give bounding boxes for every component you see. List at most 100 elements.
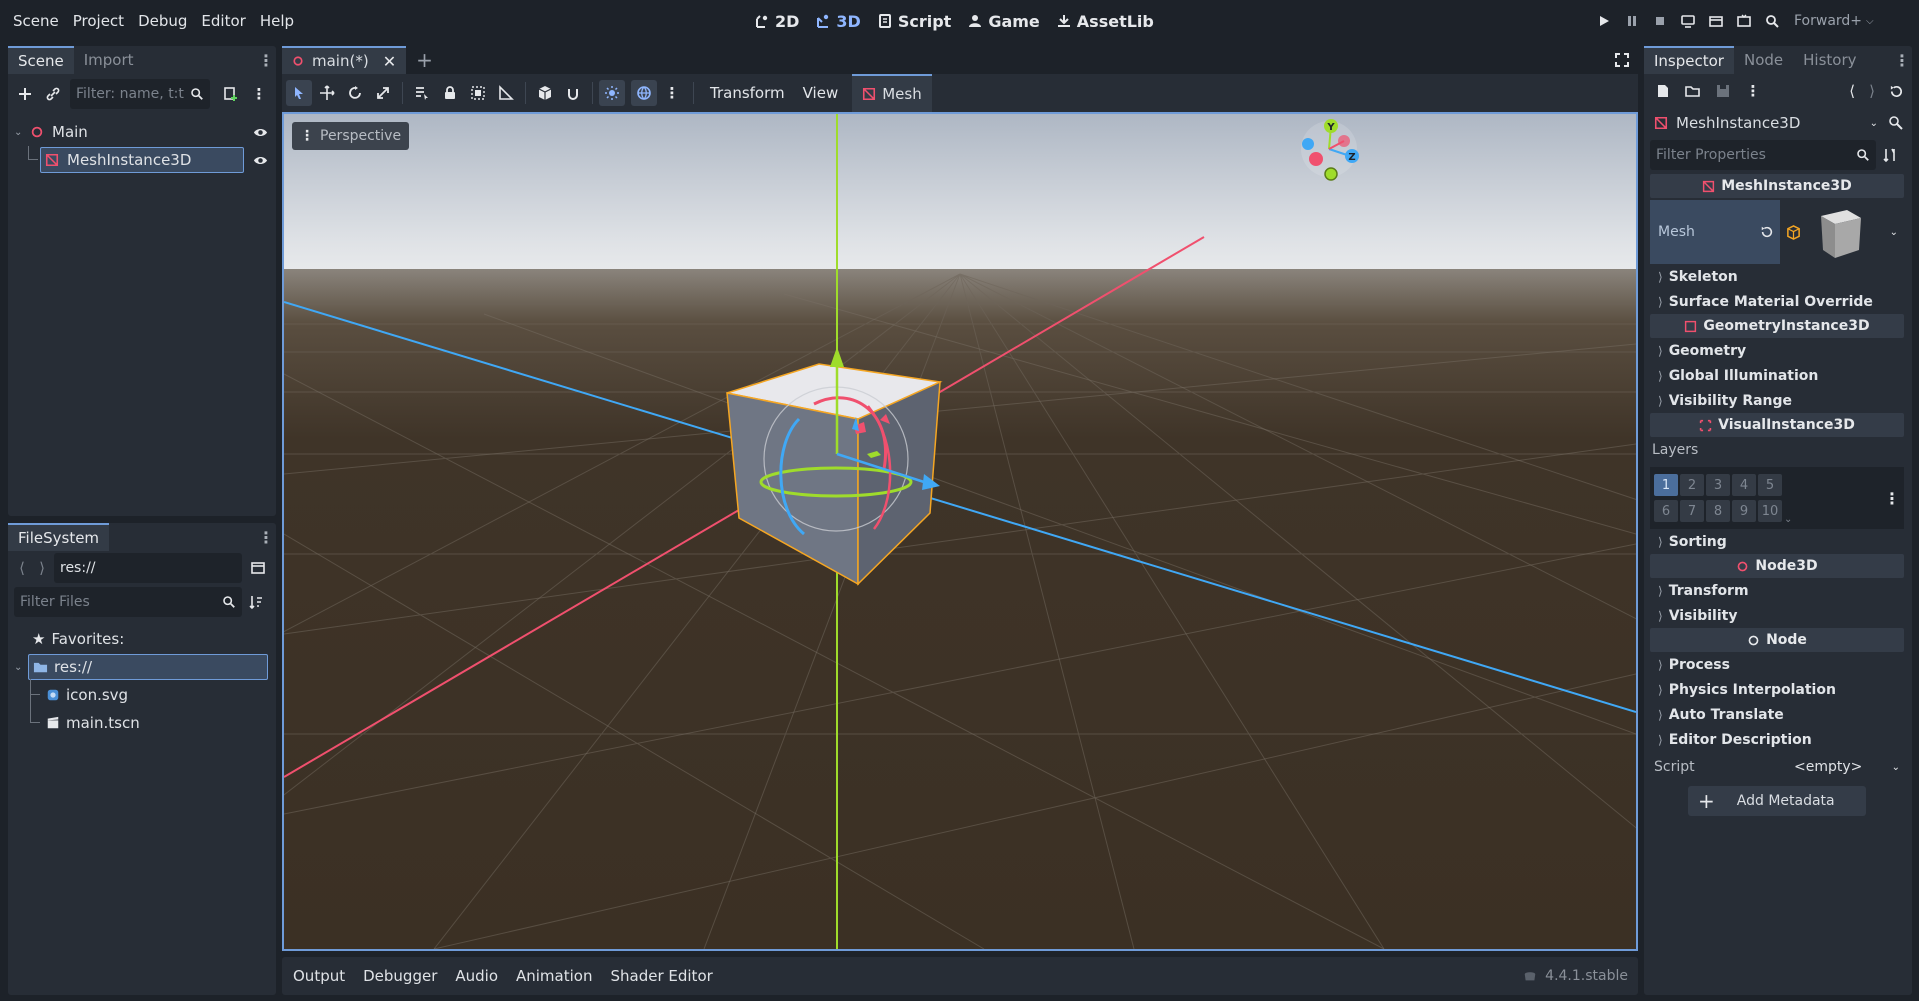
add-node-button[interactable] xyxy=(12,81,38,107)
pause-button[interactable] xyxy=(1618,7,1646,35)
scene-tab-main[interactable]: main(*) ✕ xyxy=(282,46,407,74)
scene-filter-input[interactable]: Filter: name, t:t xyxy=(70,79,210,109)
layer-1-toggle[interactable]: 1 xyxy=(1654,474,1678,496)
menu-project[interactable]: Project xyxy=(66,0,131,42)
section-global-illumination[interactable]: ⟩ Global Illumination xyxy=(1650,363,1904,388)
tab-inspector[interactable]: Inspector xyxy=(1644,46,1734,74)
bottom-tab-debugger[interactable]: Debugger xyxy=(354,967,446,985)
visibility-eye-icon[interactable] xyxy=(253,153,268,168)
layer-6-toggle[interactable]: 6 xyxy=(1654,500,1678,522)
local-space-button[interactable] xyxy=(532,80,558,106)
remote-debug-button[interactable] xyxy=(1674,7,1702,35)
tab-history[interactable]: History xyxy=(1793,46,1866,74)
chevron-down-icon[interactable]: ⌄ xyxy=(1784,514,1792,525)
section-visibility[interactable]: ⟩ Visibility xyxy=(1650,603,1904,628)
sun-preview-button[interactable] xyxy=(599,80,625,106)
view-menu[interactable]: View xyxy=(795,84,847,102)
property-options-icon[interactable] xyxy=(1882,147,1898,163)
snap-button[interactable] xyxy=(560,80,586,106)
layer-5-toggle[interactable]: 5 xyxy=(1758,474,1782,496)
movie-maker-button[interactable] xyxy=(1702,7,1730,35)
section-skeleton[interactable]: ⟩ Skeleton xyxy=(1650,264,1904,289)
section-geometry[interactable]: ⟩ Geometry xyxy=(1650,338,1904,363)
menu-debug[interactable]: Debug xyxy=(131,0,194,42)
save-resource-button[interactable] xyxy=(1710,78,1736,104)
revert-icon[interactable] xyxy=(1760,225,1774,239)
section-surface-material-override[interactable]: ⟩ Surface Material Override xyxy=(1650,289,1904,314)
split-view-icon[interactable] xyxy=(250,560,266,576)
ruler-button[interactable] xyxy=(493,80,519,106)
section-auto-translate[interactable]: ⟩ Auto Translate xyxy=(1650,702,1904,727)
tree-row-meshinstance3d[interactable]: MeshInstance3D xyxy=(8,146,276,174)
filesystem-dock-menu-icon[interactable]: ⋮ xyxy=(256,523,276,551)
close-icon[interactable]: ✕ xyxy=(383,52,396,71)
workspace-game-button[interactable]: Game xyxy=(959,0,1047,42)
menu-help[interactable]: Help xyxy=(253,0,301,42)
renderer-selector[interactable]: Forward+ ⌵ xyxy=(1794,13,1874,29)
filesystem-filter-input[interactable]: Filter Files xyxy=(14,587,242,617)
tree-row-main-tscn[interactable]: main.tscn xyxy=(8,695,276,737)
lock-button[interactable] xyxy=(437,80,463,106)
scale-mode-button[interactable] xyxy=(370,80,396,106)
play-custom-button[interactable] xyxy=(1758,7,1786,35)
tree-row-main[interactable]: ⌄ Main xyxy=(8,118,276,146)
list-select-button[interactable] xyxy=(409,80,435,106)
workspace-3d-button[interactable]: 3D xyxy=(807,0,868,42)
layers-menu-icon[interactable]: ⋮ xyxy=(1884,489,1900,508)
back-arrow-icon[interactable]: ⟨ xyxy=(1849,82,1855,100)
workspace-assetlib-button[interactable]: AssetLib xyxy=(1048,0,1162,42)
section-transform[interactable]: ⟩ Transform xyxy=(1650,578,1904,603)
scene-dock-menu-icon[interactable]: ⋮ xyxy=(256,46,276,74)
section-physics-interpolation[interactable]: ⟩ Physics Interpolation xyxy=(1650,677,1904,702)
scene-toolbar-menu-icon[interactable]: ⋮ xyxy=(246,81,272,107)
select-mode-button[interactable] xyxy=(286,80,312,106)
inspector-dock-menu-icon[interactable]: ⋮ xyxy=(1892,46,1912,74)
section-sorting[interactable]: ⟩ Sorting xyxy=(1650,529,1904,554)
layer-9-toggle[interactable]: 9 xyxy=(1732,500,1756,522)
sort-icon[interactable] xyxy=(248,594,264,610)
instance-scene-button[interactable] xyxy=(40,81,66,107)
bottom-tab-shader-editor[interactable]: Shader Editor xyxy=(601,967,721,985)
layer-4-toggle[interactable]: 4 xyxy=(1732,474,1756,496)
tab-filesystem[interactable]: FileSystem xyxy=(8,523,110,551)
bottom-tab-output[interactable]: Output xyxy=(284,967,354,985)
tab-import[interactable]: Import xyxy=(74,46,144,74)
tree-row-res[interactable]: ⌄ res:// xyxy=(8,653,276,681)
layer-10-toggle[interactable]: 10 xyxy=(1758,500,1782,522)
mesh-menu[interactable]: Mesh xyxy=(852,74,932,112)
fullscreen-icon[interactable] xyxy=(1614,52,1630,68)
group-button[interactable] xyxy=(465,80,491,106)
load-resource-button[interactable] xyxy=(1680,78,1706,104)
tab-node[interactable]: Node xyxy=(1734,46,1793,74)
menu-editor[interactable]: Editor xyxy=(194,0,252,42)
attach-script-button[interactable] xyxy=(218,81,244,107)
rotate-mode-button[interactable] xyxy=(342,80,368,106)
menu-scene[interactable]: Scene xyxy=(6,0,66,42)
tree-row-icon-svg[interactable]: icon.svg xyxy=(8,679,276,709)
transform-menu[interactable]: Transform xyxy=(702,84,793,102)
3d-viewport[interactable]: Y Z ⋮ Perspective xyxy=(282,112,1638,951)
favorites-row[interactable]: ★ Favorites: xyxy=(8,625,276,653)
layer-7-toggle[interactable]: 7 xyxy=(1680,500,1704,522)
move-mode-button[interactable] xyxy=(314,80,340,106)
tab-scene[interactable]: Scene xyxy=(8,46,74,74)
section-editor-description[interactable]: ⟩ Editor Description xyxy=(1650,727,1904,752)
history-icon[interactable] xyxy=(1889,84,1904,99)
workspace-2d-button[interactable]: 2D xyxy=(746,0,807,42)
perspective-menu-button[interactable]: ⋮ Perspective xyxy=(292,122,410,150)
play-scene-button[interactable] xyxy=(1730,7,1758,35)
filesystem-path-input[interactable]: res:// xyxy=(54,553,242,583)
play-button[interactable] xyxy=(1590,7,1618,35)
add-metadata-button[interactable]: + Add Metadata xyxy=(1688,786,1866,816)
section-visibility-range[interactable]: ⟩ Visibility Range xyxy=(1650,388,1904,413)
docs-icon[interactable] xyxy=(1888,115,1904,131)
forward-arrow-icon[interactable]: ⟩ xyxy=(1869,82,1875,100)
chevron-down-icon[interactable]: ⌄ xyxy=(1890,227,1898,238)
viewport-toolbar-menu-icon[interactable]: ⋮ xyxy=(659,80,685,106)
bottom-tab-animation[interactable]: Animation xyxy=(507,967,601,985)
new-resource-button[interactable] xyxy=(1650,78,1676,104)
environment-preview-button[interactable] xyxy=(631,80,657,106)
layer-3-toggle[interactable]: 3 xyxy=(1706,474,1730,496)
node-selector[interactable]: MeshInstance3D ⌄ xyxy=(1650,110,1882,136)
layer-2-toggle[interactable]: 2 xyxy=(1680,474,1704,496)
